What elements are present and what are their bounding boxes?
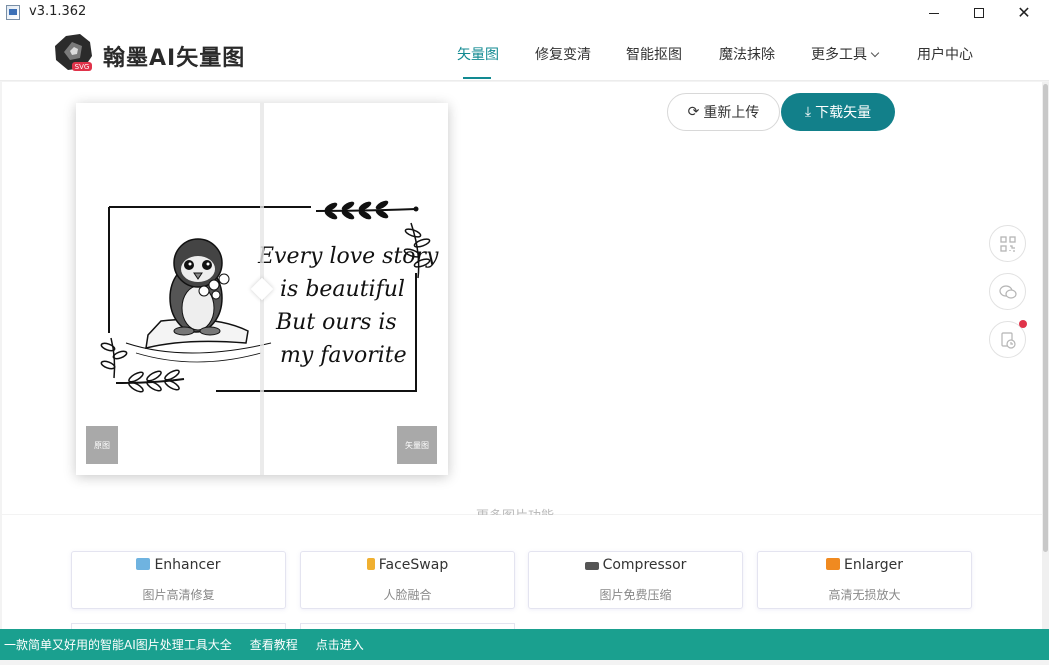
footer-banner: 一款简单又好用的智能AI图片处理工具大全 查看教程 点击进入 [0,629,1049,660]
download-icon: ⤓ [804,104,812,120]
tool-card-compressor[interactable]: Compressor 图片免费压缩 [528,551,743,609]
nav-more-tools-label: 更多工具 [811,47,867,63]
artwork-line-3: But ours is [275,310,397,335]
app-header: SVG 翰墨AI矢量图 矢量图 修复变清 智能抠图 魔法抹除 更多工具 用户中心 [0,26,1049,81]
minimize-button[interactable] [911,0,957,26]
window-titlebar: v3.1.362 ✕ [0,0,1049,26]
history-icon [1000,331,1016,349]
reupload-button[interactable]: ⟳ 重新上传 [667,93,780,131]
notification-dot [1019,320,1027,328]
download-label: 下载矢量 [815,105,872,121]
footer-slogan: 一款简单又好用的智能AI图片处理工具大全 [4,638,232,652]
chevron-down-icon [870,48,880,58]
face-icon [366,558,375,570]
compress-icon [584,562,599,570]
artwork-line-2: is beautiful [280,277,405,302]
tool-card-enhancer[interactable]: Enhancer 图片高清修复 [71,551,286,609]
nav-erase[interactable]: 魔法抹除 [719,44,775,64]
nav-active-indicator [463,77,491,79]
nav-vector[interactable]: 矢量图 [457,44,499,64]
original-tag: 原图 [86,426,118,464]
tool-card-title: Compressor [602,557,687,573]
qrcode-button[interactable] [989,225,1026,262]
window-bottom-edge [0,660,1049,665]
footer-tutorial-link[interactable]: 查看教程 [250,636,298,653]
nav-cutout[interactable]: 智能抠图 [626,44,682,64]
logo-icon: SVG [55,34,92,71]
maximize-button[interactable] [956,0,1002,26]
qrcode-icon [999,235,1016,252]
vector-tag: 矢量图 [397,426,437,464]
scrollbar-thumb[interactable] [1043,84,1048,552]
logo-badge: SVG [75,63,90,71]
tool-card-subtitle: 图片高清修复 [142,588,215,602]
wechat-icon [998,284,1017,299]
version-label: v3.1.362 [29,4,87,19]
footer-enter-link[interactable]: 点击进入 [316,636,364,653]
tool-card-title: FaceSwap [378,557,449,573]
enlarge-icon [826,558,841,570]
app-icon [6,5,20,20]
nav-user-center[interactable]: 用户中心 [917,44,973,64]
nav-more-tools[interactable]: 更多工具 [811,44,880,64]
tool-card-subtitle: 人脸融合 [383,588,432,602]
minimize-icon [929,12,939,14]
refresh-icon: ⟳ [687,104,700,120]
artwork-line-1: Every love story [257,244,439,269]
image-icon [136,558,151,570]
close-button[interactable]: ✕ [1001,0,1047,26]
nav-repair[interactable]: 修复变清 [535,44,591,64]
compare-preview[interactable]: Every love story is beautiful But ours i… [76,103,448,475]
tool-card-title: Enlarger [844,557,903,573]
tool-card-subtitle: 高清无损放大 [828,588,901,602]
wechat-button[interactable] [989,273,1026,310]
brand-name: 翰墨AI矢量图 [103,46,246,71]
download-button[interactable]: ⤓ 下载矢量 [781,93,895,131]
close-icon: ✕ [1017,3,1031,22]
maximize-icon [974,8,984,18]
reupload-label: 重新上传 [703,105,760,121]
tool-card-title: Enhancer [154,557,221,573]
tool-card-subtitle: 图片免费压缩 [599,588,672,602]
artwork-line-4: my favorite [280,343,407,368]
tool-card-faceswap[interactable]: FaceSwap 人脸融合 [300,551,515,609]
tool-card-enlarger[interactable]: Enlarger 高清无损放大 [757,551,972,609]
